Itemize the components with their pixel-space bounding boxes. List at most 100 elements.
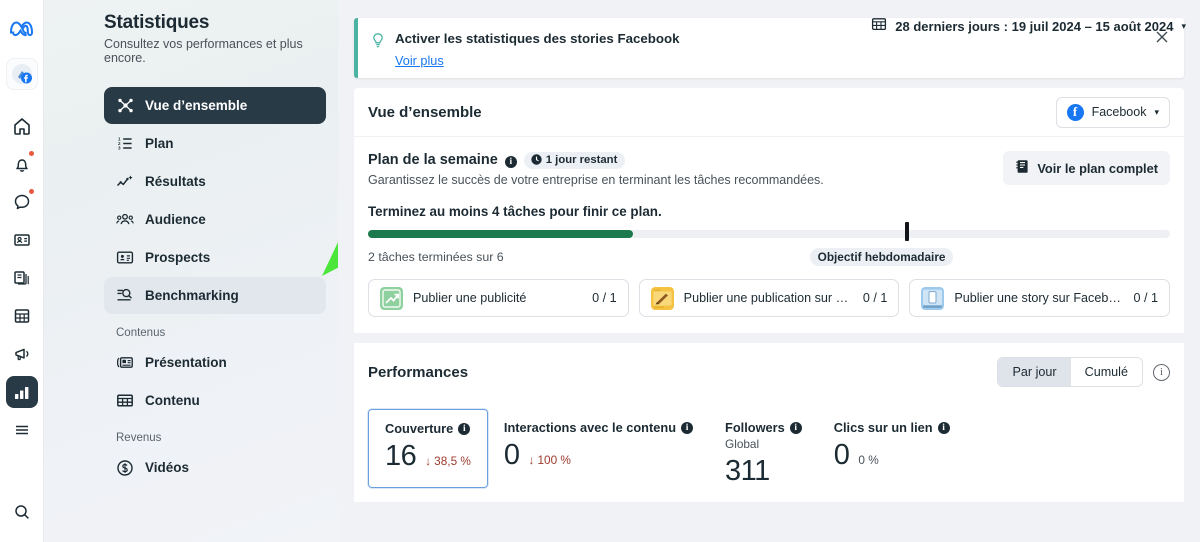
bell-icon — [15, 159, 28, 172]
sidebar-group-label-revenus: Revenus — [116, 432, 162, 444]
hamburger-icon — [15, 425, 28, 435]
info-icon[interactable]: i — [504, 151, 517, 169]
banner-see-more-link[interactable]: Voir plus — [395, 54, 444, 68]
metric-delta: ↓ 100 % — [529, 453, 571, 467]
chevron-down-icon[interactable]: ▾ — [1181, 21, 1186, 32]
metric-value: 0 — [503, 439, 520, 471]
calendar-grid-icon[interactable] — [6, 300, 38, 332]
plan-time-badge: 1 jour restant — [523, 151, 626, 169]
meta-logo[interactable] — [6, 12, 38, 44]
info-icon[interactable]: i — [789, 421, 802, 434]
page-selector-dropdown[interactable]: f Facebook ▾ — [1055, 96, 1170, 128]
benchmark-search-icon — [116, 287, 134, 305]
posts-icon[interactable] — [6, 262, 38, 294]
metric-tile[interactable]: Couverture i 16 ↓ 38,5 % — [368, 409, 488, 502]
table-grid-icon — [116, 392, 134, 410]
sidebar-item-label: Présentation — [145, 355, 227, 370]
metric-value: 311 — [725, 455, 770, 487]
date-range-picker[interactable]: 28 derniers jours : 19 juil 2024 – 15 ao… — [871, 16, 1186, 37]
plan-task-count: 0 / 1 — [862, 291, 888, 305]
plan-task-card[interactable]: Publier une story sur Facebook 0 / 1 — [909, 279, 1171, 317]
performance-title: Performances — [368, 363, 469, 381]
metric-label: Clics sur un lien i — [834, 420, 950, 435]
sidebar-item-resultats[interactable]: Résultats — [104, 163, 326, 200]
plan-task-list: Publier une publicité 0 / 1 Publier une pu… — [368, 279, 1171, 317]
metric-label-text: Interactions avec le contenu — [503, 420, 677, 435]
insights-icon[interactable] — [5, 376, 38, 408]
chevron-down-icon: ▾ — [1154, 106, 1159, 117]
sidebar-nav-list: Vue d’ensemble 1 2 3 Plan Résultats Audi… — [44, 87, 338, 486]
metric-label-text: Clics sur un lien — [833, 420, 933, 435]
meta-logo-icon — [9, 21, 33, 37]
plan-task-card[interactable]: Publier une publicité 0 / 1 — [368, 279, 629, 317]
search-icon[interactable] — [6, 496, 38, 528]
tab-cumule[interactable]: Cumulé — [1070, 358, 1142, 386]
metric-tile[interactable]: Clics sur un lien i 0 0 % — [818, 409, 966, 502]
sidebar-item-benchmarking[interactable]: Benchmarking — [104, 277, 326, 314]
metric-value: 0 — [833, 439, 850, 471]
plan-time-badge-label: 1 jour restant — [545, 153, 618, 166]
progress-count-label: 2 tâches terminées sur 6 — [368, 250, 504, 264]
plan-progress-bar — [368, 222, 1170, 241]
presentation-icon — [116, 354, 134, 372]
megaphone-icon — [14, 348, 28, 361]
overview-icon — [116, 97, 134, 115]
plan-task-count: 0 / 1 — [1133, 291, 1159, 305]
avatar-icon — [11, 64, 32, 84]
sidebar-group-label-contenus: Contenus — [116, 327, 166, 339]
svg-text:3: 3 — [118, 146, 121, 151]
notifications-icon[interactable] — [6, 148, 38, 180]
pages-stack-icon — [13, 271, 29, 285]
sidebar-item-audience[interactable]: Audience — [104, 201, 326, 238]
metric-label: Couverture i — [385, 421, 471, 436]
metric-tile[interactable]: Interactions avec le contenu i 0 ↓ 100 % — [488, 409, 709, 502]
metric-tiles: Couverture i 16 ↓ 38,5 % Interactions avec le… — [368, 409, 1170, 502]
sidebar-item-vue-densemble[interactable]: Vue d’ensemble — [104, 87, 326, 124]
story-phone-thumbnail — [921, 286, 945, 310]
sidebar-item-label: Benchmarking — [145, 288, 239, 303]
plan-task-card[interactable]: Publier une publication sur Face… 0 / 1 — [638, 279, 900, 317]
ads-icon[interactable] — [6, 338, 38, 370]
sidebar-item-plan[interactable]: 1 2 3 Plan — [104, 125, 326, 162]
info-icon[interactable]: i — [458, 422, 471, 435]
sidebar-item-label: Vidéos — [145, 460, 190, 475]
plan-task-label: Publier une publication sur Face… — [683, 291, 853, 305]
plan-book-icon — [1015, 159, 1029, 177]
sidebar-item-contenu[interactable]: Contenu — [104, 382, 326, 419]
sidebar-item-videos[interactable]: Vidéos — [104, 449, 326, 486]
insights-page: Statistiques Consultez vos performances … — [0, 0, 1200, 542]
messages-badge-dot — [28, 189, 34, 194]
info-icon[interactable]: i — [681, 421, 694, 434]
trend-down-arrow-icon: ↓ — [528, 453, 535, 467]
tab-par-jour[interactable]: Par jour — [998, 358, 1071, 386]
messages-icon[interactable] — [6, 186, 38, 218]
plan-goal-heading: Terminez au moins 4 tâches pour finir ce… — [368, 204, 662, 219]
weekly-plan-card: Plan de la semaine i 1 jour restant Gara… — [354, 137, 1184, 333]
more-menu-icon[interactable] — [6, 414, 38, 446]
trend-down-arrow-icon: ↓ — [425, 454, 432, 468]
contacts-icon[interactable] — [6, 224, 38, 256]
lightbulb-icon — [370, 32, 386, 54]
progress-fill — [368, 230, 633, 238]
grid-table-icon — [14, 309, 29, 323]
page-subtitle: Consultez vos performances et plus encor… — [104, 37, 303, 65]
sidebar-item-label: Plan — [145, 136, 174, 151]
metric-delta-value: 100 % — [537, 453, 571, 467]
sidebar-item-presentation[interactable]: Présentation — [104, 344, 326, 381]
plan-task-label: Publier une story sur Facebook — [954, 291, 1124, 305]
metric-label: Interactions avec le contenu i — [503, 420, 694, 435]
plan-title: Plan de la semaine — [368, 152, 498, 168]
info-icon[interactable]: i — [937, 421, 950, 434]
metric-tile[interactable]: Followers i Global 311 — [709, 409, 818, 502]
metric-label: Followers i — [725, 420, 802, 435]
home-icon[interactable] — [6, 110, 38, 142]
facebook-icon: f — [1066, 103, 1084, 121]
info-circle-outline-icon[interactable]: i — [1153, 363, 1170, 381]
performance-view-toggle: Par jour Cumulé — [997, 357, 1143, 387]
plan-description: Garantissez le succès de votre entrepris… — [368, 173, 824, 187]
ad-growth-thumbnail — [380, 286, 403, 310]
overview-title: Vue d’ensemble — [368, 103, 482, 121]
view-full-plan-button[interactable]: Voir le plan complet — [1003, 151, 1170, 185]
business-account-avatar[interactable] — [5, 58, 38, 90]
sidebar-item-prospects[interactable]: Prospects — [104, 239, 326, 276]
